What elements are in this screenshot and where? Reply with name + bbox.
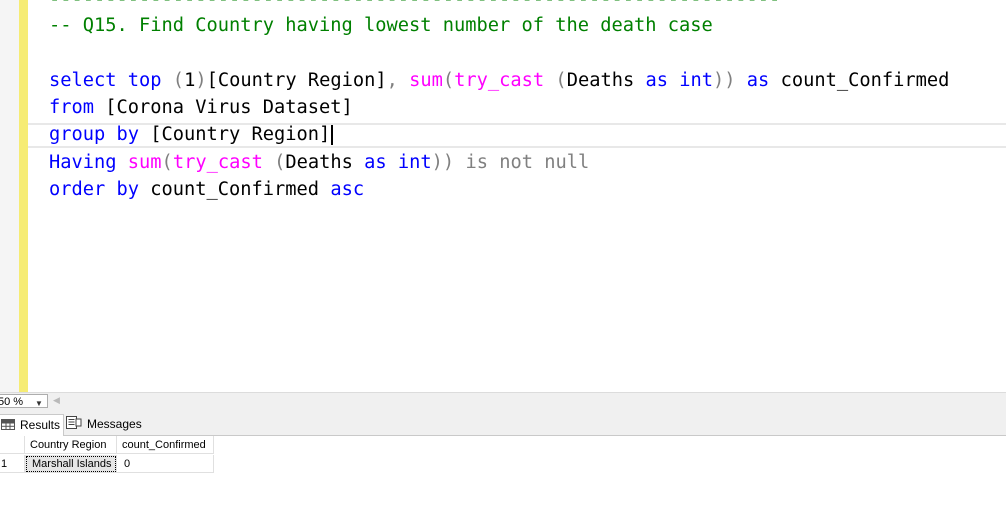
alias-count-confirmed: count_Confirmed (780, 70, 950, 91)
code-line-from: from [Corona Virus Dataset] (49, 97, 353, 118)
messages-icon (66, 415, 82, 435)
function-sum: sum (409, 70, 443, 91)
column-header-count-confirmed[interactable]: count_Confirmed (117, 436, 214, 454)
keyword-top: top (127, 70, 162, 91)
grid-icon (1, 416, 15, 436)
column-header-country-region[interactable]: Country Region (25, 436, 117, 454)
query-editor[interactable]: ----------------------------------------… (0, 0, 1006, 392)
tab-results[interactable]: Results (0, 414, 65, 436)
function-try-cast: try_cast (454, 70, 545, 91)
code-line-group-by: group by [Country Region] (49, 121, 334, 148)
editor-status-bar: 50 % ▼ ◀ (0, 392, 1006, 409)
code-line-having: Having sum(try_cast (Deaths as int)) is … (49, 152, 590, 173)
change-tracking-bar (19, 0, 28, 392)
scroll-left-arrow-icon[interactable]: ◀ (53, 395, 60, 406)
column-country-region: [Country Region] (206, 70, 387, 91)
code-line-select: select top (1)[Country Region], sum(try_… (49, 70, 950, 91)
tab-results-label: Results (20, 418, 61, 432)
tab-messages-label: Messages (87, 417, 142, 431)
grid-corner[interactable] (0, 436, 25, 454)
code-area[interactable]: -- Q15. Find Country having lowest numbe… (49, 0, 1006, 392)
zoom-select[interactable]: 50 % ▼ (0, 394, 48, 408)
table-name: [Corona Virus Dataset] (105, 97, 353, 118)
results-tab-strip: Results Messages (0, 409, 1006, 436)
code-line-order-by: order by count_Confirmed asc (49, 179, 365, 200)
keyword-select: select (49, 70, 117, 91)
cell-country-region[interactable]: Marshall Islands (25, 455, 117, 473)
zoom-value: 50 % (0, 396, 24, 408)
code-line-comment: -- Q15. Find Country having lowest numbe… (49, 15, 713, 36)
cell-count-confirmed[interactable]: 0 (117, 455, 214, 473)
text-caret (331, 124, 334, 145)
results-grid[interactable]: Country Region count_Confirmed 1 Marshal… (0, 436, 1006, 517)
line-gutter (0, 0, 19, 392)
tab-messages[interactable]: Messages (63, 414, 145, 435)
row-number[interactable]: 1 (0, 455, 25, 473)
